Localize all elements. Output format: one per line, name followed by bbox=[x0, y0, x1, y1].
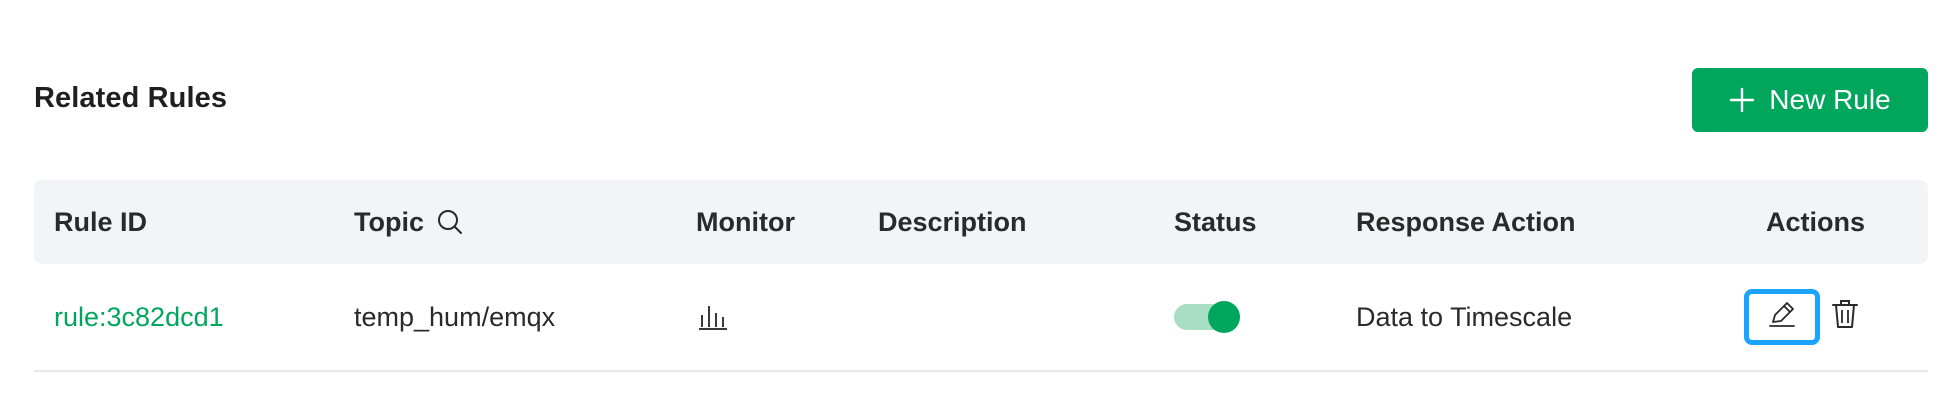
toggle-knob bbox=[1208, 301, 1240, 333]
delete-button[interactable] bbox=[1828, 297, 1862, 337]
new-rule-button[interactable]: New Rule bbox=[1692, 68, 1928, 132]
column-label: Response Action bbox=[1356, 206, 1576, 237]
status-toggle[interactable] bbox=[1174, 301, 1240, 333]
response-action-value: Data to Timescale bbox=[1356, 301, 1573, 332]
monitor-cell bbox=[698, 264, 728, 370]
topic-cell: temp_hum/emqx bbox=[354, 264, 555, 370]
column-header-response-action: Response Action bbox=[1356, 180, 1576, 264]
column-header-description: Description bbox=[878, 180, 1027, 264]
column-label: Status bbox=[1174, 206, 1257, 237]
column-header-topic: Topic bbox=[354, 180, 464, 264]
related-rules-panel: Related Rules New Rule Rule ID Topic Mon… bbox=[0, 0, 1956, 420]
column-label: Rule ID bbox=[54, 206, 148, 237]
edit-button[interactable] bbox=[1744, 289, 1820, 345]
bar-chart-icon[interactable] bbox=[698, 303, 728, 331]
column-label: Monitor bbox=[696, 206, 795, 237]
rules-table: Rule ID Topic Monitor Description Status bbox=[34, 180, 1928, 372]
trash-icon bbox=[1831, 298, 1859, 337]
table-header: Rule ID Topic Monitor Description Status bbox=[34, 180, 1928, 264]
column-header-monitor: Monitor bbox=[696, 180, 795, 264]
column-header-actions: Actions bbox=[1766, 180, 1865, 264]
search-icon[interactable] bbox=[436, 208, 464, 236]
topic-value: temp_hum/emqx bbox=[354, 301, 556, 332]
actions-cell bbox=[1744, 264, 1862, 370]
pencil-icon bbox=[1767, 299, 1797, 336]
table-row: rule:3c82dcd1 temp_hum/emqx Data to Time… bbox=[34, 264, 1928, 372]
rule-id-link[interactable]: rule:3c82dcd1 bbox=[54, 302, 224, 333]
column-label: Actions bbox=[1766, 206, 1866, 237]
section-title: Related Rules bbox=[34, 82, 228, 114]
column-header-status: Status bbox=[1174, 180, 1257, 264]
response-action-cell: Data to Timescale bbox=[1356, 264, 1572, 370]
status-cell bbox=[1174, 264, 1240, 370]
plus-icon bbox=[1729, 87, 1755, 113]
rule-id-cell: rule:3c82dcd1 bbox=[54, 264, 224, 370]
column-label: Description bbox=[878, 206, 1027, 237]
column-header-rule-id: Rule ID bbox=[54, 180, 147, 264]
new-rule-label: New Rule bbox=[1769, 84, 1891, 115]
column-label: Topic bbox=[354, 206, 424, 237]
